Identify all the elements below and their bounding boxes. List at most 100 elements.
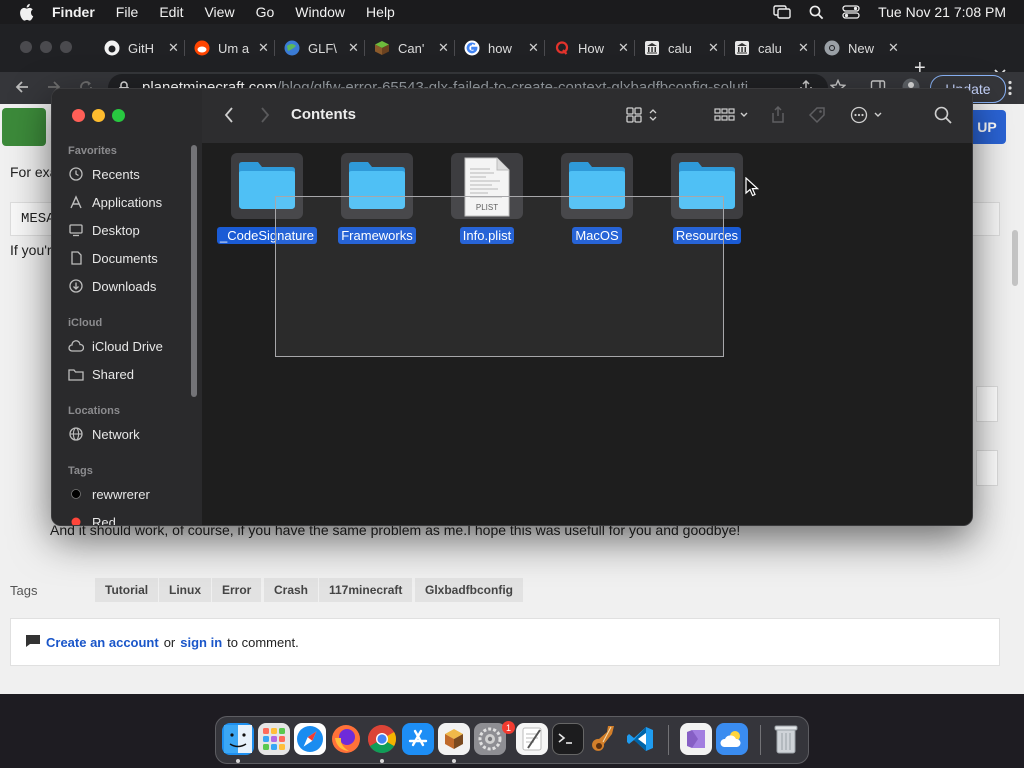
safari-icon[interactable] <box>294 723 326 755</box>
apple-icon[interactable] <box>18 3 36 21</box>
browser-tab[interactable]: How ✕ <box>554 34 629 62</box>
visual-studio-icon[interactable] <box>680 723 712 755</box>
menu-file[interactable]: File <box>116 4 139 20</box>
terminal-icon[interactable] <box>552 723 584 755</box>
menu-view[interactable]: View <box>204 4 234 20</box>
shared-folder-icon <box>68 366 84 382</box>
menu-app-name[interactable]: Finder <box>52 4 95 20</box>
firefox-icon[interactable] <box>330 723 362 755</box>
close-icon[interactable]: ✕ <box>438 40 449 56</box>
sign-in-link[interactable]: sign in <box>180 635 222 650</box>
kebab-menu-icon[interactable] <box>1008 80 1012 101</box>
tab-label: how <box>488 40 512 56</box>
google-icon <box>464 40 480 56</box>
app-store-icon[interactable] <box>402 723 434 755</box>
back-arrow-icon[interactable] <box>14 79 30 100</box>
tab-divider <box>724 40 725 56</box>
screen-mirroring-icon[interactable] <box>773 5 791 19</box>
planet-minecraft-logo[interactable] <box>2 108 46 146</box>
sidebar-item-icloud-drive[interactable]: iCloud Drive <box>68 335 163 357</box>
back-chevron-icon[interactable] <box>224 106 234 124</box>
page-scrollbar[interactable] <box>1012 230 1018 286</box>
spotlight-search-icon[interactable] <box>809 5 824 20</box>
cube-app-icon[interactable] <box>438 723 470 755</box>
chrome-icon[interactable] <box>366 723 398 755</box>
close-icon[interactable]: ✕ <box>798 40 809 56</box>
browser-tab[interactable]: New ✕ <box>824 34 899 62</box>
tab-label: How <box>578 40 605 56</box>
close-icon[interactable]: ✕ <box>888 40 899 56</box>
window-close-button[interactable] <box>72 109 85 122</box>
sidebar-tag-red[interactable]: Red <box>68 511 116 526</box>
browser-close-button[interactable] <box>20 41 32 53</box>
browser-tab[interactable]: Can' ✕ <box>374 34 449 62</box>
browser-minimize-button[interactable] <box>40 41 52 53</box>
sidebar-item-shared[interactable]: Shared <box>68 363 134 385</box>
create-account-link[interactable]: Create an account <box>46 635 159 650</box>
comment-suffix-text: to comment. <box>227 635 299 650</box>
search-icon[interactable] <box>934 106 952 124</box>
tab-divider <box>814 40 815 56</box>
minecraft-block-icon <box>374 40 390 56</box>
finder-file-grid: _CodeSignature Frameworks PLIST Info.pli… <box>202 143 972 525</box>
sidebar-item-label: Red <box>92 514 116 526</box>
more-actions-icon[interactable] <box>850 106 886 124</box>
browser-tab[interactable]: Um a ✕ <box>194 34 269 62</box>
weather-icon[interactable] <box>716 723 748 755</box>
tag-chip[interactable]: Glxbadfbconfig <box>415 578 523 602</box>
tag-chip[interactable]: 117minecraft <box>319 578 413 602</box>
dock-divider <box>668 725 669 755</box>
menu-go[interactable]: Go <box>256 4 275 20</box>
menubar-clock[interactable]: Tue Nov 21 7:08 PM <box>878 4 1006 20</box>
window-minimize-button[interactable] <box>92 109 105 122</box>
sidebar-item-applications[interactable]: Applications <box>68 191 162 213</box>
sidebar-tag-rewwrerer[interactable]: rewwrerer <box>68 483 150 505</box>
garageband-icon[interactable] <box>588 723 620 755</box>
sidebar-item-desktop[interactable]: Desktop <box>68 219 140 241</box>
close-icon[interactable]: ✕ <box>528 40 539 56</box>
tab-label: calu <box>758 40 782 56</box>
window-zoom-button[interactable] <box>112 109 125 122</box>
close-icon[interactable]: ✕ <box>348 40 359 56</box>
tag-icon[interactable] <box>808 106 826 124</box>
menu-help[interactable]: Help <box>366 4 395 20</box>
sidebar-scrollbar[interactable] <box>191 145 197 397</box>
browser-zoom-button[interactable] <box>60 41 72 53</box>
view-mode-grid-icon[interactable] <box>626 106 660 124</box>
close-icon[interactable]: ✕ <box>168 40 179 56</box>
dock: 1 <box>215 716 809 764</box>
sidebar-item-network[interactable]: Network <box>68 423 140 445</box>
tag-chip[interactable]: Error <box>212 578 262 602</box>
browser-tab[interactable]: calu ✕ <box>734 34 809 62</box>
share-icon[interactable] <box>770 106 786 124</box>
browser-tab-active[interactable]: GLF\ ✕ <box>284 34 359 62</box>
sign-up-button[interactable]: UP <box>968 110 1006 144</box>
tab-divider <box>634 40 635 56</box>
browser-tab[interactable]: GitH ✕ <box>104 34 179 62</box>
sidebar-item-documents[interactable]: Documents <box>68 247 158 269</box>
tag-chip[interactable]: Crash <box>264 578 319 602</box>
group-by-icon[interactable] <box>714 106 750 124</box>
close-icon[interactable]: ✕ <box>258 40 269 56</box>
menu-window[interactable]: Window <box>295 4 345 20</box>
browser-tab[interactable]: calu ✕ <box>644 34 719 62</box>
sidebar-item-downloads[interactable]: Downloads <box>68 275 156 297</box>
tag-dot-icon <box>68 514 84 525</box>
tab-label: Um a <box>218 40 250 56</box>
finder-icon[interactable] <box>222 723 254 755</box>
browser-tab[interactable]: how ✕ <box>464 34 539 62</box>
tag-chip[interactable]: Linux <box>159 578 211 602</box>
close-icon[interactable]: ✕ <box>708 40 719 56</box>
launchpad-icon[interactable] <box>258 723 290 755</box>
vscode-icon[interactable] <box>624 723 656 755</box>
tag-chip[interactable]: Tutorial <box>95 578 159 602</box>
forward-chevron-icon[interactable] <box>260 106 270 124</box>
menu-edit[interactable]: Edit <box>159 4 183 20</box>
finder-sidebar: Favorites Recents Applications Desktop D… <box>52 89 203 526</box>
code-block-edge <box>976 450 998 486</box>
textedit-icon[interactable] <box>516 723 548 755</box>
control-center-icon[interactable] <box>842 5 860 19</box>
trash-icon[interactable] <box>770 723 802 755</box>
sidebar-item-recents[interactable]: Recents <box>68 163 140 185</box>
close-icon[interactable]: ✕ <box>618 40 629 56</box>
